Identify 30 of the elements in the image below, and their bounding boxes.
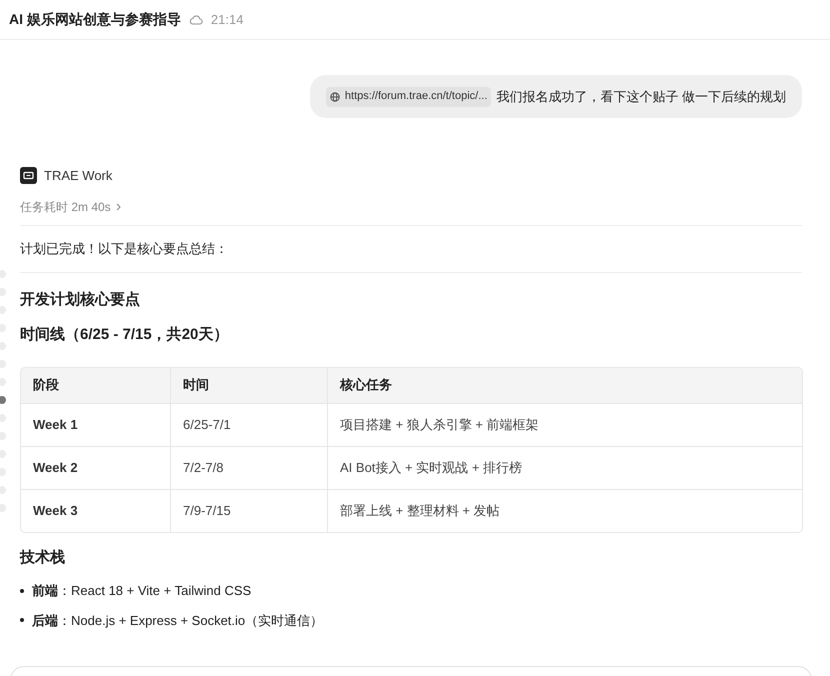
app-logo-icon [20,167,37,184]
table-cell: 7/2-7/8 [170,446,327,488]
table-cell-text: Week 2 [32,458,79,477]
assistant-name: TRAE Work [44,167,112,185]
table-cell-text: Week 1 [32,416,79,434]
column-header: 时间 [170,368,327,402]
section-title: 技术栈 [20,548,66,568]
summary-intro: 计划已完成！以下是核心要点总结： [20,240,228,256]
bullet-icon [20,618,24,622]
table-cell: 部署上线 + 整理材料 + 发帖 [327,490,802,532]
table-cell: 6/25-7/1 [170,404,327,446]
chevron-right-icon [116,202,121,210]
cloud-icon [188,14,203,24]
link-chip[interactable]: https://forum.trae.cn/t/topic/... [326,86,492,106]
tech-item: 前端：React 18 + Vite + Tailwind CSS [32,582,252,600]
chat-time: 21:14 [210,10,244,29]
tech-item: 后端：Node.js + Express + Socket.io（实时通信） [32,612,324,630]
globe-icon [330,92,340,102]
chat-title: AI 娱乐网站创意与参赛指导 [9,10,181,29]
section-heading: 开发计划核心要点 [20,290,141,310]
bullet-icon [20,588,24,593]
table-cell: 7/9-7/15 [170,490,327,532]
column-header: 阶段 [32,376,60,394]
table-cell-text: Week 3 [32,502,79,520]
column-header: 核心任务 [327,368,802,402]
message-text: 我们报名成功了，看下这个贴子 做一下后续的规划 [496,88,786,106]
table-cell: 项目搭建 + 狼人杀引擎 + 前端框架 [327,404,802,446]
timeline-heading: 时间线（6/25 - 7/15，共20天） [20,325,230,345]
table-cell: AI Bot接入 + 实时观战 + 排行榜 [327,446,802,488]
task-duration[interactable]: 任务耗时 2m 40s [20,198,111,216]
